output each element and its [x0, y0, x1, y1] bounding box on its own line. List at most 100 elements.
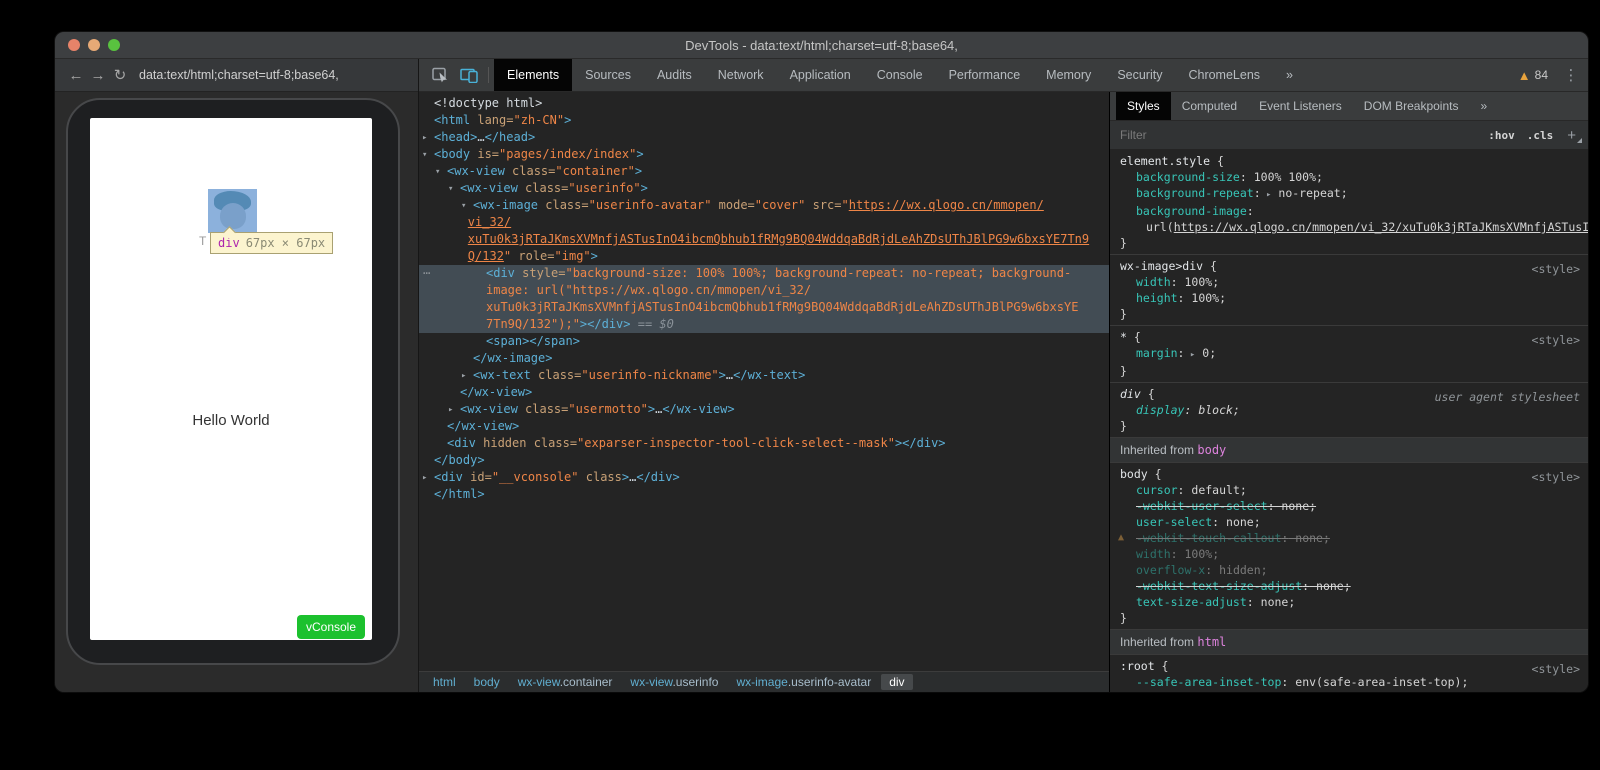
dom-node[interactable]: </body> — [419, 452, 1109, 469]
tab-chromelens[interactable]: ChromeLens — [1175, 59, 1273, 91]
css-value-wrap[interactable]: url(https://wx.qlogo.cn/mmopen/vi_32/xuT… — [1110, 219, 1588, 235]
inherited-node-link[interactable]: body — [1197, 443, 1226, 457]
css-property-row[interactable]: -webkit-user-select: none; — [1110, 498, 1588, 514]
breadcrumb-item[interactable]: div — [881, 674, 912, 690]
css-property-row[interactable]: --safe-area-inset-bottom: env(safe-area-… — [1110, 690, 1588, 692]
css-property-row[interactable]: height: 100%; — [1110, 290, 1588, 306]
dom-node[interactable]: Q/132" role="img"> — [419, 248, 1109, 265]
rule-selector[interactable]: * {<style> — [1110, 329, 1588, 345]
dom-node[interactable]: ▸<div id="__vconsole" class>…</div> — [419, 469, 1109, 486]
css-property-row[interactable]: background-repeat: ▸ no-repeat; — [1110, 185, 1588, 203]
tab-console[interactable]: Console — [864, 59, 936, 91]
dom-node[interactable]: </html> — [419, 486, 1109, 503]
tab-memory[interactable]: Memory — [1033, 59, 1104, 91]
dom-node[interactable]: <!doctype html> — [419, 95, 1109, 112]
sidebar-tab-event-listeners[interactable]: Event Listeners — [1248, 92, 1353, 120]
sidebar-tab-styles[interactable]: Styles — [1116, 92, 1171, 120]
vconsole-button[interactable]: vConsole — [297, 615, 365, 639]
minimize-button[interactable] — [88, 39, 100, 51]
page-screen[interactable]: T div 67px × 67px Hello World vConsole — [90, 118, 372, 640]
tab-security[interactable]: Security — [1104, 59, 1175, 91]
filter-input[interactable] — [1118, 127, 1476, 143]
dom-node[interactable]: </wx-view> — [419, 384, 1109, 401]
dom-node-selected[interactable]: 7Tn9Q/132");"></div> == $0 — [419, 316, 1109, 333]
css-property-row[interactable]: ▲-webkit-touch-callout: none; — [1110, 530, 1588, 546]
css-property-row[interactable]: --safe-area-inset-top: env(safe-area-ins… — [1110, 674, 1588, 690]
css-property-row[interactable]: width: 100%; — [1110, 274, 1588, 290]
new-style-rule-icon[interactable]: + — [1567, 128, 1576, 143]
sidebar-tab-»[interactable]: » — [1469, 92, 1498, 120]
dom-node-selected[interactable]: ⋯<div style="background-size: 100% 100%;… — [419, 265, 1109, 282]
dom-node[interactable]: ▾<wx-view class="userinfo"> — [419, 180, 1109, 197]
css-property-row[interactable]: cursor: default; — [1110, 482, 1588, 498]
dom-node[interactable]: </wx-image> — [419, 350, 1109, 367]
warnings-badge[interactable]: ▲ 84 — [1508, 59, 1558, 91]
tab-sources[interactable]: Sources — [572, 59, 644, 91]
css-property-row[interactable]: overflow-x: hidden; — [1110, 562, 1588, 578]
rule-selector[interactable]: wx-image>div {<style> — [1110, 258, 1588, 274]
dom-node[interactable]: ▾<wx-image class="userinfo-avatar" mode=… — [419, 197, 1109, 214]
address-bar[interactable]: data:text/html;charset=utf-8;base64, — [139, 68, 339, 82]
dom-node[interactable]: <span></span> — [419, 333, 1109, 350]
dom-node-selected[interactable]: image: url("https://wx.qlogo.cn/mmopen/v… — [419, 282, 1109, 299]
tab-performance[interactable]: Performance — [936, 59, 1034, 91]
css-property-row[interactable]: text-size-adjust: none; — [1110, 594, 1588, 610]
inherited-node-link[interactable]: html — [1197, 635, 1226, 649]
dom-node[interactable]: vi_32/ — [419, 214, 1109, 231]
css-property-row[interactable]: width: 100%; — [1110, 546, 1588, 562]
tab-application[interactable]: Application — [777, 59, 864, 91]
expand-arrow-icon[interactable]: ▸ — [422, 470, 427, 486]
more-options-icon[interactable]: ⋮ — [1558, 59, 1584, 91]
breadcrumb-item[interactable]: html — [425, 674, 464, 690]
dom-node[interactable]: ▾<wx-view class="container"> — [419, 163, 1109, 180]
dom-node[interactable]: ▸<wx-text class="userinfo-nickname">…</w… — [419, 367, 1109, 384]
userinfo-avatar-image[interactable] — [208, 189, 257, 233]
expand-arrow-icon[interactable]: ▾ — [461, 198, 466, 214]
css-property-row[interactable]: -webkit-text-size-adjust: none; — [1110, 578, 1588, 594]
dom-node[interactable]: <html lang="zh-CN"> — [419, 112, 1109, 129]
tab-audits[interactable]: Audits — [644, 59, 705, 91]
css-property-row[interactable]: background-size: 100% 100%; — [1110, 169, 1588, 185]
device-toolbar-icon[interactable] — [455, 59, 483, 91]
forward-icon[interactable]: → — [87, 67, 109, 84]
css-property-row[interactable]: background-image: — [1110, 203, 1588, 219]
expand-arrow-icon[interactable]: ▾ — [435, 164, 440, 180]
dom-node[interactable]: <div hidden class="exparser-inspector-to… — [419, 435, 1109, 452]
dom-node-selected[interactable]: xuTu0k3jRTaJKmsXVMnfjASTusInO4ibcmQbhub1… — [419, 299, 1109, 316]
css-url-link[interactable]: https://wx.qlogo.cn/mmopen/vi_32/xuTu0k3… — [1174, 220, 1588, 234]
breadcrumb-item[interactable]: body — [466, 674, 508, 690]
class-toggle[interactable]: .cls — [1527, 129, 1554, 142]
breadcrumb-item[interactable]: wx-view.container — [510, 674, 621, 690]
expand-arrow-icon[interactable]: ▸ — [461, 368, 466, 384]
tab-»[interactable]: » — [1273, 59, 1306, 91]
css-property-row[interactable]: margin: ▸ 0; — [1110, 345, 1588, 363]
dom-node[interactable]: ▸<head>…</head> — [419, 129, 1109, 146]
back-icon[interactable]: ← — [65, 67, 87, 84]
expand-arrow-icon[interactable]: ▸ — [448, 402, 453, 418]
rule-selector[interactable]: body {<style> — [1110, 466, 1588, 482]
tab-elements[interactable]: Elements — [494, 59, 572, 91]
expand-arrow-icon[interactable]: ▾ — [422, 147, 427, 163]
pseudo-state-toggle[interactable]: :hov — [1488, 129, 1515, 142]
close-button[interactable] — [68, 39, 80, 51]
inspect-element-icon[interactable] — [427, 59, 455, 91]
sidebar-tab-dom-breakpoints[interactable]: DOM Breakpoints — [1353, 92, 1470, 120]
rule-selector[interactable]: element.style { — [1110, 153, 1588, 169]
rule-selector[interactable]: :root {<style> — [1110, 658, 1588, 674]
reload-icon[interactable]: ↻ — [109, 66, 131, 84]
breadcrumb-item[interactable]: wx-image.userinfo-avatar — [728, 674, 879, 690]
sidebar-tab-computed[interactable]: Computed — [1171, 92, 1248, 120]
rule-selector[interactable]: div {user agent stylesheet — [1110, 386, 1588, 402]
css-property-row[interactable]: display: block; — [1110, 402, 1588, 418]
dom-node[interactable]: </wx-view> — [419, 418, 1109, 435]
expand-arrow-icon[interactable]: ▾ — [448, 181, 453, 197]
dom-node[interactable]: xuTu0k3jRTaJKmsXVMnfjASTusInO4ibcmQbhub1… — [419, 231, 1109, 248]
expand-arrow-icon[interactable]: ▸ — [422, 130, 427, 146]
expand-value-arrow-icon[interactable]: ▸ — [1184, 350, 1195, 360]
expand-value-arrow-icon[interactable]: ▸ — [1261, 190, 1272, 200]
dom-node[interactable]: ▸<wx-view class="usermotto">…</wx-view> — [419, 401, 1109, 418]
css-property-row[interactable]: user-select: none; — [1110, 514, 1588, 530]
breadcrumb-item[interactable]: wx-view.userinfo — [622, 674, 726, 690]
dom-node[interactable]: ▾<body is="pages/index/index"> — [419, 146, 1109, 163]
zoom-button[interactable] — [108, 39, 120, 51]
